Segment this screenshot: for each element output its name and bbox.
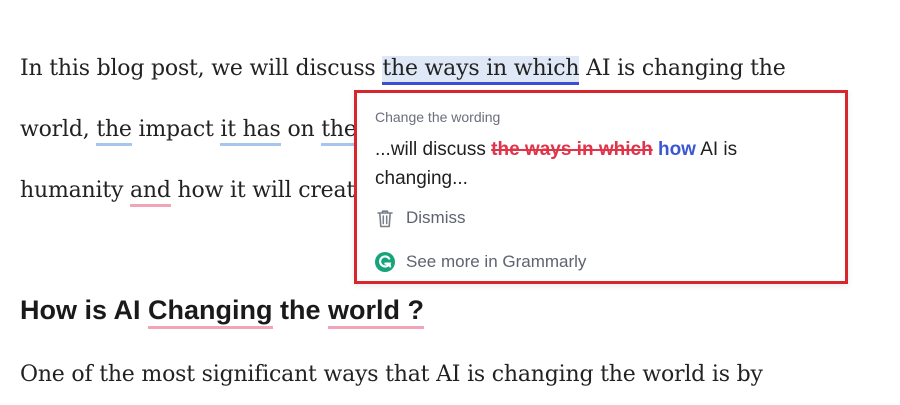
text-segment: humanity bbox=[20, 178, 130, 203]
text-segment: How is AI bbox=[20, 295, 149, 325]
text-segment: world, bbox=[20, 117, 90, 142]
replacement-text[interactable]: how bbox=[658, 139, 696, 160]
correction-underline[interactable]: world ? bbox=[328, 295, 425, 329]
correction-underline[interactable]: and bbox=[129, 178, 171, 207]
text-segment: impact bbox=[131, 117, 221, 142]
text-segment: how it will create bbox=[170, 178, 368, 203]
see-more-in-grammarly-link[interactable]: See more in Grammarly bbox=[375, 252, 586, 272]
suggestion-prefix: ...will discuss bbox=[375, 139, 492, 160]
dismiss-label: Dismiss bbox=[406, 208, 466, 227]
text-segment: the bbox=[272, 295, 329, 325]
paragraph-line-1: In this blog post, we will discuss the w… bbox=[20, 56, 786, 85]
paragraph-line-4: One of the most significant ways that AI… bbox=[20, 362, 763, 387]
see-more-label: See more in Grammarly bbox=[406, 252, 587, 271]
suggestion-underline[interactable]: the bbox=[321, 117, 357, 146]
trash-icon bbox=[375, 208, 395, 228]
text-segment: on bbox=[280, 117, 322, 142]
paragraph-line-2: world, the impact it has on the bbox=[20, 117, 357, 146]
struck-text: the ways in which bbox=[491, 139, 653, 160]
grammarly-logo-icon bbox=[375, 252, 395, 272]
suggestion-underline[interactable]: it has bbox=[220, 117, 281, 146]
correction-underline[interactable]: Changing bbox=[148, 295, 273, 329]
section-heading: How is AI Changing the world ? bbox=[20, 295, 425, 329]
dismiss-button[interactable]: Dismiss bbox=[375, 208, 466, 228]
text-segment: In this blog post, we will discuss bbox=[20, 56, 383, 81]
suggestion-preview[interactable]: ...will discuss the ways in which how AI… bbox=[375, 135, 815, 193]
selected-phrase[interactable]: the ways in which bbox=[382, 56, 580, 85]
suggestion-title: Change the wording bbox=[375, 109, 501, 125]
suggestion-underline[interactable]: the bbox=[96, 117, 132, 146]
grammarly-suggestion-card: Change the wording ...will discuss the w… bbox=[354, 90, 848, 284]
paragraph-line-3: humanity and how it will create bbox=[20, 178, 368, 207]
text-segment: AI is changing the bbox=[579, 56, 786, 81]
